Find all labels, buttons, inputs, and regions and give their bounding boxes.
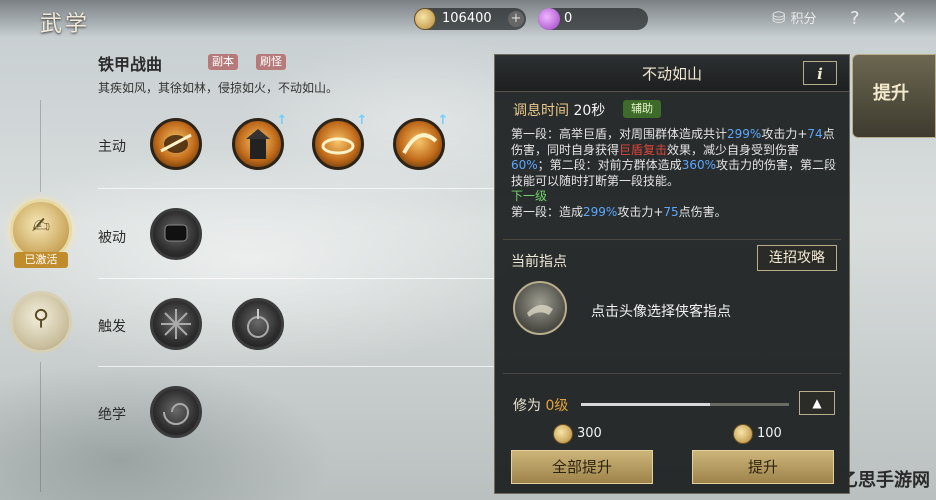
panel-divider xyxy=(503,373,841,374)
coin-icon xyxy=(733,424,753,444)
desc-text: 效果，减少自身受到伤害 xyxy=(667,142,800,157)
level-label: 修为 xyxy=(513,398,541,414)
desc-value: 360% xyxy=(681,158,716,172)
upgrade-tab-label: 提升 xyxy=(873,83,909,104)
desc-text: 第一段：造成 xyxy=(511,204,584,219)
add-coins-button[interactable]: + xyxy=(508,11,524,27)
shockwave-icon xyxy=(247,309,269,338)
skill-slot-passive-1[interactable] xyxy=(150,208,202,260)
desc-value: 74 xyxy=(807,127,823,141)
gem-icon xyxy=(538,8,560,30)
rail-line-bottom xyxy=(40,362,41,492)
desc-text: 攻击力+ xyxy=(761,127,808,141)
rail-line-top xyxy=(40,100,41,192)
level-value: 0级 xyxy=(545,398,569,414)
coin-icon xyxy=(414,8,436,30)
whirl-slash-icon xyxy=(321,137,355,155)
points-icon: ⛁ xyxy=(772,8,786,27)
panel-header: 不动如山 i xyxy=(495,55,849,92)
upgrade-button[interactable]: 提升 xyxy=(692,450,834,484)
caret-up-icon: ▲ xyxy=(812,396,822,410)
points-label: 积分 xyxy=(790,12,817,27)
category-pouch[interactable]: ⚲ xyxy=(10,291,72,353)
upgrade-arrow-icon: ↑ xyxy=(276,113,288,128)
close-button[interactable]: ✕ xyxy=(892,8,907,29)
sword-hand-icon: ✍ xyxy=(31,214,51,239)
row-label-active: 主动 xyxy=(98,139,126,155)
skill-book-motto: 其疾如风，其徐如林，侵掠如火，不动如山。 xyxy=(98,81,339,95)
tag-monster: 刷怪 xyxy=(256,54,286,70)
next-level-label: 下一级 xyxy=(511,189,548,203)
skill-book-name: 铁甲战曲 xyxy=(98,55,163,74)
skill-slot-active-1[interactable] xyxy=(150,118,202,170)
desc-buff: 巨盾复击 xyxy=(619,142,668,157)
hand-icon xyxy=(527,304,553,317)
armor-icon xyxy=(164,224,188,242)
desc-text: ；第二段：对前方群体造成 xyxy=(537,158,682,172)
pagoda-icon xyxy=(246,129,270,159)
skill-title: 不动如山 xyxy=(641,65,702,83)
row-label-ultimate: 绝学 xyxy=(98,407,126,423)
combo-guide-button[interactable]: 连招攻略 xyxy=(757,245,837,271)
crescent-slash-icon xyxy=(402,133,438,154)
row-separator xyxy=(98,278,494,279)
skill-type-tag: 辅助 xyxy=(623,100,661,118)
vortex-icon xyxy=(163,403,190,425)
row-separator xyxy=(98,366,494,367)
cost-all: 300 xyxy=(577,426,602,441)
desc-value: 299% xyxy=(583,204,618,219)
skill-detail-panel: 不动如山 i 调息时间 20秒 辅助 第一段：高举巨盾，对周围群体造成共计299… xyxy=(494,54,850,494)
cost-single: 100 xyxy=(757,426,782,441)
level-progress-bar xyxy=(581,403,789,406)
desc-text: 攻击力+ xyxy=(617,204,664,219)
tag-dungeon: 副本 xyxy=(208,54,238,70)
skill-description: 第一段：高举巨盾，对周围群体造成共计299%攻击力+74点伤害，同时自身获得巨盾… xyxy=(511,127,837,220)
desc-text: 第一段：高举巨盾，对周围群体造成共计 xyxy=(511,127,728,141)
portrait-hint: 点击头像选择侠客指点 xyxy=(591,304,731,320)
cooldown-value: 20秒 xyxy=(573,103,606,119)
watermark-text: 乙思手游网 xyxy=(840,470,930,491)
gem-counter: 0 xyxy=(538,8,648,30)
cooldown-label: 调息时间 xyxy=(513,103,569,119)
coin-value: 106400 xyxy=(442,11,492,26)
skill-slot-trigger-1[interactable] xyxy=(150,298,202,350)
upgrade-arrow-icon: ↑ xyxy=(356,113,368,128)
guide-label: 当前指点 xyxy=(511,254,567,270)
desc-value: 60% xyxy=(511,158,538,172)
cooldown: 调息时间 20秒 xyxy=(513,100,605,120)
shield-strike-icon xyxy=(160,133,192,153)
desc-value: 75 xyxy=(663,204,679,219)
panel-divider xyxy=(503,239,841,240)
desc-value: 299% xyxy=(727,127,762,141)
upgrade-all-button[interactable]: 全部提升 xyxy=(511,450,653,484)
coin-counter: 106400 + xyxy=(414,8,526,30)
mentor-portrait[interactable] xyxy=(513,281,567,335)
info-button[interactable]: i xyxy=(803,61,837,85)
activated-badge: 已激活 xyxy=(14,252,68,268)
row-label-passive: 被动 xyxy=(98,230,126,246)
pouch-icon: ⚲ xyxy=(32,306,50,331)
row-separator xyxy=(98,188,494,189)
watermark: 乙思手游网 xyxy=(816,460,936,500)
skill-slot-trigger-2[interactable] xyxy=(232,298,284,350)
top-bar: 武学 106400 + 0 ⛁ 积分 ? ✕ xyxy=(0,0,936,38)
help-button[interactable]: ? xyxy=(850,8,860,29)
coin-icon xyxy=(553,424,573,444)
page-title: 武学 xyxy=(40,12,91,37)
desc-text: 点伤害。 xyxy=(678,204,727,219)
burst-icon xyxy=(161,309,191,339)
upgrade-arrow-icon: ↑ xyxy=(437,113,449,128)
gem-value: 0 xyxy=(564,11,573,26)
skill-slot-ultimate-1[interactable] xyxy=(150,386,202,438)
expand-up-button[interactable]: ▲ xyxy=(799,391,835,415)
upgrade-tab[interactable]: 提升 xyxy=(852,54,936,138)
level-progress-fill xyxy=(581,403,710,406)
cultivation-level: 修为 0级 xyxy=(513,395,568,415)
row-label-trigger: 触发 xyxy=(98,319,126,335)
points-button[interactable]: ⛁ 积分 xyxy=(772,8,817,27)
